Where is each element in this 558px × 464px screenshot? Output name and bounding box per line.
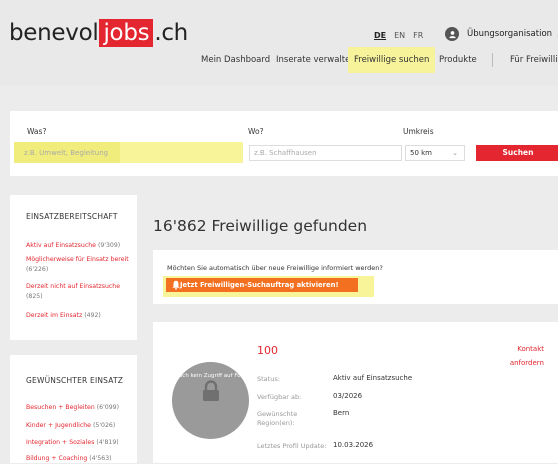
logo-text-left: benevol	[9, 20, 99, 46]
filter-item[interactable]: Integration + Soziales (4'819)	[26, 438, 138, 448]
update-label: Letztes Profil Update:	[257, 442, 327, 450]
filter-item-label: Integration + Soziales	[26, 439, 95, 446]
status-label: Status:	[257, 375, 280, 383]
lang-en[interactable]: EN	[394, 31, 405, 40]
bell-icon	[172, 280, 180, 290]
photo-text: Noch kein Zugriff auf Foto	[174, 373, 247, 379]
search-alert-card: Möchten Sie automatisch über neue Freiwi…	[153, 250, 558, 304]
nav-produkte[interactable]: Produkte	[439, 47, 477, 73]
filter-item-label: Derzeit nicht auf Einsatzsuche	[26, 283, 121, 290]
wo-placeholder: z.B. Schaffhausen	[254, 149, 317, 157]
org-menu[interactable]: Übungsorganisation ⌄	[445, 27, 558, 41]
filter-item-count: (825)	[26, 293, 43, 300]
filter-item-label: Derzeit im Einsatz	[26, 312, 83, 319]
search-button[interactable]: Suchen	[476, 145, 558, 161]
filter-desired: GEWÜNSCHTER EINSATZ Besuchen + Begleiten…	[10, 355, 137, 463]
status-value: Aktiv auf Einsatzsuche	[333, 374, 413, 382]
regions-value: Bern	[333, 409, 350, 417]
regions-label: Gewünschte Region(en):	[257, 410, 298, 427]
contact-line-2: anfordern	[509, 359, 544, 367]
filter-item-label: Möglicherweise für Einsatz bereit	[26, 256, 129, 263]
filter-item-label: Bildung + Coaching	[26, 455, 88, 462]
filter-item-label: Kinder + Jugendliche	[26, 422, 91, 429]
request-contact-link[interactable]: Kontakt anfordern	[510, 342, 544, 370]
alert-button-label: Jetzt Freiwilligen-Suchauftrag aktiviere…	[180, 281, 339, 289]
filter-item-count: (492)	[84, 312, 101, 319]
chevron-down-icon: ⌄	[452, 149, 458, 157]
was-label: Was?	[27, 127, 47, 136]
nav-fuer-freiwillige[interactable]: Für Freiwillige	[510, 47, 558, 73]
contact-line-1: Kontakt	[517, 345, 544, 353]
filter-item-count: (9'309)	[97, 242, 121, 249]
lock-icon	[203, 380, 219, 401]
filter-item[interactable]: Aktiv auf Einsatzsuche (9'309)	[26, 241, 138, 251]
profile-photo-placeholder: Noch kein Zugriff auf Foto	[172, 362, 249, 439]
filter-item[interactable]: Möglicherweise für Einsatz bereit (6'226…	[26, 255, 138, 275]
umkreis-value: 50 km	[410, 149, 433, 157]
available-label: Verfügbar ab:	[257, 393, 302, 401]
main-nav: Mein Dashboard Inserate verwalten Freiwi…	[0, 47, 558, 73]
filter-item-label: Besuchen + Begleiten	[26, 404, 95, 411]
umkreis-select[interactable]: 50 km ⌄	[405, 145, 465, 161]
filter-item-count: (5'026)	[92, 422, 116, 429]
logo-text-jobs: jobs	[99, 19, 154, 47]
filter-readiness: EINSATZBEREITSCHAFT Aktiv auf Einsatzsuc…	[10, 195, 137, 340]
filter-item-count: (6'226)	[26, 266, 49, 273]
nav-mein-dashboard[interactable]: Mein Dashboard	[201, 47, 270, 73]
volunteer-number[interactable]: 100	[257, 344, 278, 357]
was-placeholder: z.B. Umwelt, Begleitung	[24, 149, 109, 157]
desired-heading: GEWÜNSCHTER EINSATZ	[26, 376, 124, 385]
filter-item[interactable]: Derzeit im Einsatz (492)	[26, 311, 138, 321]
user-avatar-icon	[445, 27, 459, 41]
alert-message: Möchten Sie automatisch über neue Freiwi…	[167, 264, 383, 272]
update-value: 10.03.2026	[333, 441, 374, 449]
umkreis-label: Umkreis	[403, 127, 434, 136]
lang-de[interactable]: DE	[374, 31, 386, 40]
activate-search-alert-button[interactable]: Jetzt Freiwilligen-Suchauftrag aktiviere…	[166, 278, 358, 292]
filter-item[interactable]: Kinder + Jugendliche (5'026)	[26, 421, 138, 431]
search-panel: Was? z.B. Umwelt, Begleitung Wo? z.B. Sc…	[10, 111, 558, 176]
readiness-heading: EINSATZBEREITSCHAFT	[26, 212, 118, 221]
wo-label: Wo?	[248, 127, 264, 136]
volunteer-card: Noch kein Zugriff auf Foto 100 Kontakt a…	[153, 322, 558, 463]
org-name: Übungsorganisation	[467, 29, 553, 39]
results-title: 16'862 Freiwillige gefunden	[153, 217, 368, 235]
filter-item-count: (4'563)	[89, 455, 112, 462]
logo-text-right: .ch	[154, 20, 188, 46]
nav-divider	[492, 53, 493, 67]
was-input[interactable]: z.B. Umwelt, Begleitung	[14, 142, 243, 163]
lang-fr[interactable]: FR	[413, 31, 423, 40]
filter-item-label: Aktiv auf Einsatzsuche	[26, 242, 96, 249]
top-header: benevol jobs .ch DE EN FR Übungsorganisa…	[0, 0, 558, 86]
nav-inserate-verwalten[interactable]: Inserate verwalten	[276, 47, 356, 73]
filter-item[interactable]: Besuchen + Begleiten (6'099)	[26, 403, 138, 413]
filter-item[interactable]: Derzeit nicht auf Einsatzsuche (825)	[26, 282, 138, 302]
filter-item-count: (6'099)	[96, 404, 119, 411]
nav-freiwillige-suchen[interactable]: Freiwillige suchen	[348, 47, 436, 73]
wo-input[interactable]: z.B. Schaffhausen	[249, 145, 402, 161]
logo[interactable]: benevol jobs .ch	[9, 19, 188, 47]
available-value: 03/2026	[333, 392, 363, 400]
language-switcher: DE EN FR	[374, 31, 423, 40]
filter-item-count: (4'819)	[96, 439, 119, 446]
